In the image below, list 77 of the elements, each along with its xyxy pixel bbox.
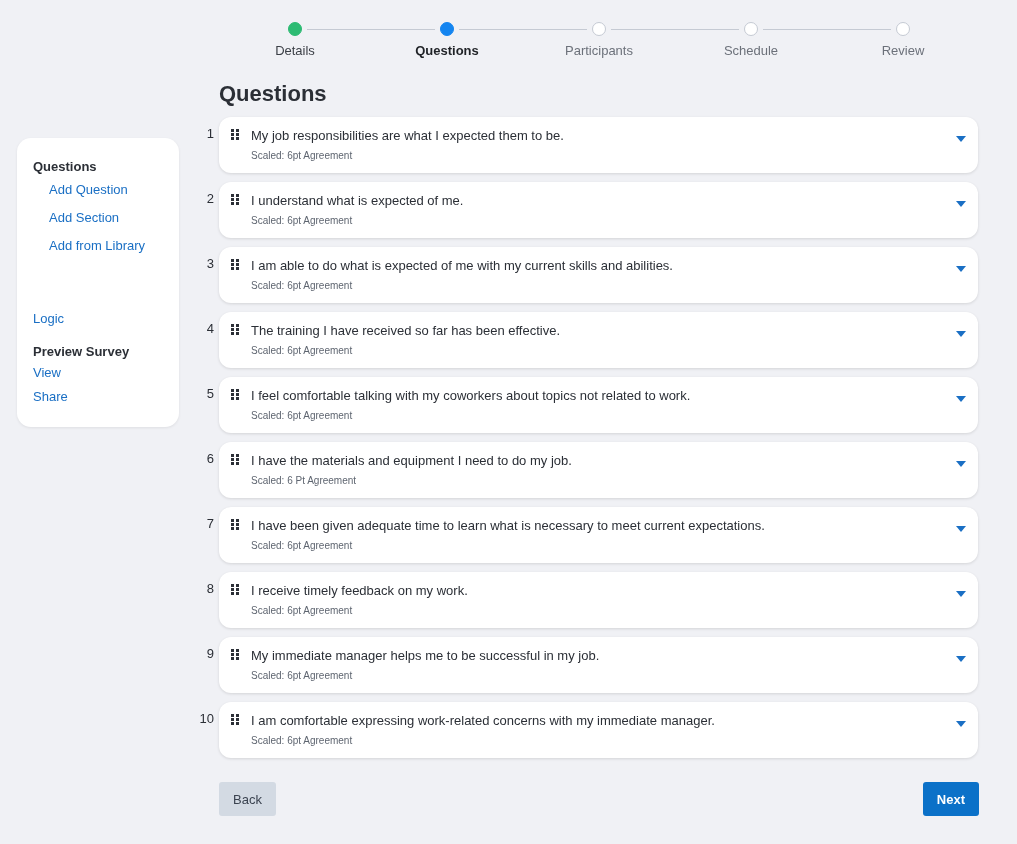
next-button[interactable]: Next: [922, 782, 979, 816]
caret-icon[interactable]: [956, 591, 966, 597]
question-text: I receive timely feedback on my work.: [251, 583, 469, 599]
question-card[interactable]: I feel comfortable talking with my coworkers about topics not related to work. Scaled: 6pt Agreement: [219, 377, 978, 433]
question-number: 9: [205, 646, 214, 661]
question-text: I am able to do what is expected of me with my current skills and abilities.: [251, 258, 674, 274]
question-card[interactable]: I am able to do what is expected of me with my current skills and abilities. Scaled: 6pt Agreement: [219, 247, 978, 303]
step-label[interactable]: Participants: [565, 43, 633, 58]
question-text: My immediate manager helps me to be successful in my job.: [251, 648, 601, 664]
question-card[interactable]: My immediate manager helps me to be successful in my job. Scaled: 6pt Agreement: [219, 637, 978, 693]
question-text: I understand what is expected of me.: [251, 193, 465, 209]
drag-handle-icon[interactable]: [231, 519, 239, 530]
question-number: 8: [205, 581, 214, 596]
drag-handle-icon[interactable]: [231, 194, 239, 205]
step-label[interactable]: Schedule: [723, 43, 779, 58]
caret-icon[interactable]: [956, 266, 966, 272]
question-card[interactable]: I am comfortable expressing work-related concerns with my immediate manager. Scaled: 6pt Agreement: [219, 702, 978, 758]
question-card[interactable]: The training I have received so far has been effective. Scaled: 6pt Agreement: [219, 312, 978, 368]
sidebar-link[interactable]: Share: [33, 388, 68, 406]
question-number: 4: [205, 321, 214, 336]
scale-label: Scaled: 6pt Agreement: [251, 150, 354, 161]
question-card[interactable]: I have the materials and equipment I need to do my job. Scaled: 6 Pt Agreement: [219, 442, 978, 498]
question-text: My job responsibilities are what I expected them to be.: [251, 128, 565, 144]
caret-icon[interactable]: [956, 136, 966, 142]
section-title: Questions: [33, 158, 97, 176]
caret-icon[interactable]: [956, 656, 966, 662]
scale-label: Scaled: 6 Pt Agreement: [251, 475, 358, 486]
step-label[interactable]: Questions: [415, 43, 479, 58]
drag-handle-icon[interactable]: [231, 584, 239, 595]
sidebar-link[interactable]: Add Section: [49, 209, 120, 227]
drag-handle-icon[interactable]: [231, 324, 239, 335]
sidebar-link[interactable]: Logic: [33, 310, 65, 328]
scale-label: Scaled: 6pt Agreement: [251, 670, 354, 681]
caret-icon[interactable]: [956, 526, 966, 532]
caret-icon[interactable]: [956, 721, 966, 727]
question-text: I have been given adequate time to learn what is necessary to meet current expectations.: [251, 518, 766, 534]
drag-handle-icon[interactable]: [231, 389, 239, 400]
sidebar-link[interactable]: Add from Library: [49, 237, 146, 255]
caret-icon[interactable]: [956, 461, 966, 467]
sidebar-link[interactable]: Add Question: [49, 181, 128, 199]
caret-icon[interactable]: [956, 331, 966, 337]
step-indicator[interactable]: [440, 22, 454, 36]
drag-handle-icon[interactable]: [231, 454, 239, 465]
question-number: 7: [205, 516, 214, 531]
section-title: Preview Survey: [33, 343, 130, 361]
drag-handle-icon[interactable]: [231, 129, 239, 140]
scale-label: Scaled: 6pt Agreement: [251, 215, 354, 226]
question-number: 3: [205, 256, 214, 271]
scale-label: Scaled: 6pt Agreement: [251, 540, 354, 551]
caret-icon[interactable]: [956, 201, 966, 207]
question-number: 5: [205, 386, 214, 401]
scale-label: Scaled: 6pt Agreement: [251, 605, 354, 616]
scale-label: Scaled: 6pt Agreement: [251, 410, 354, 421]
back-button[interactable]: Back: [219, 782, 276, 816]
question-text: I have the materials and equipment I need to do my job.: [251, 453, 573, 469]
drag-handle-icon[interactable]: [231, 714, 239, 725]
question-number: 10: [198, 711, 214, 726]
step-label[interactable]: Details: [275, 43, 315, 58]
drag-handle-icon[interactable]: [231, 259, 239, 270]
question-card[interactable]: My job responsibilities are what I expected them to be. Scaled: 6pt Agreement: [219, 117, 978, 173]
scale-label: Scaled: 6pt Agreement: [251, 280, 354, 291]
scale-label: Scaled: 6pt Agreement: [251, 345, 354, 356]
question-number: 6: [205, 451, 214, 466]
question-card[interactable]: I understand what is expected of me. Scaled: 6pt Agreement: [219, 182, 978, 238]
question-text: I am comfortable expressing work-related concerns with my immediate manager.: [251, 713, 716, 729]
question-number: 1: [205, 126, 214, 141]
question-number: 2: [205, 191, 214, 206]
question-text: The training I have received so far has been effective.: [251, 323, 562, 339]
sidebar-link[interactable]: View: [33, 364, 61, 382]
scale-label: Scaled: 6pt Agreement: [251, 735, 354, 746]
question-text: I feel comfortable talking with my coworkers about topics not related to work.: [251, 388, 692, 404]
page-heading: Questions: [219, 81, 328, 107]
step-label[interactable]: Review: [881, 43, 925, 58]
caret-icon[interactable]: [956, 396, 966, 402]
drag-handle-icon[interactable]: [231, 649, 239, 660]
question-card[interactable]: I receive timely feedback on my work. Scaled: 6pt Agreement: [219, 572, 978, 628]
question-card[interactable]: I have been given adequate time to learn what is necessary to meet current expectations. Scaled: 6pt Agreement: [219, 507, 978, 563]
